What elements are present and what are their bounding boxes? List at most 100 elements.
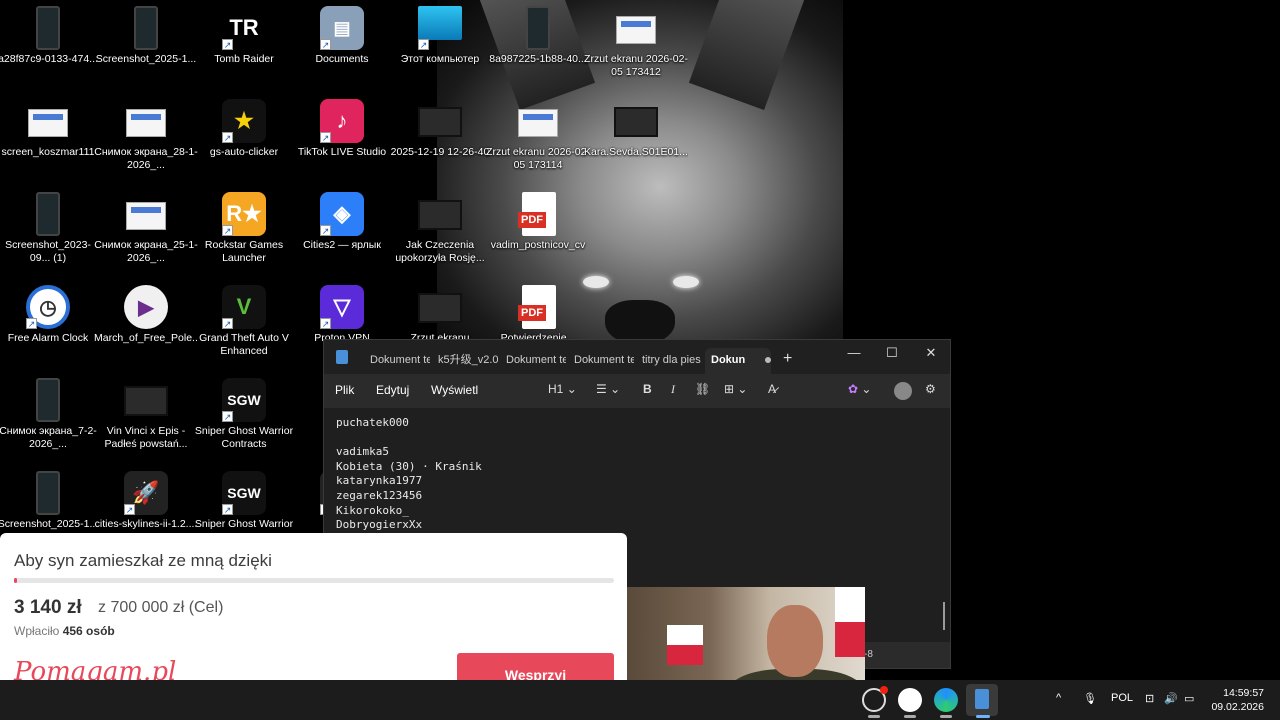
- text-line: DobryogierxXx: [336, 518, 423, 532]
- desktop-icon-label: cities-skylines-ii-1.2....: [94, 518, 198, 530]
- desktop-icon-label: 8a987225-1b88-40...: [489, 53, 587, 65]
- notepad-text-area[interactable]: puchatek000 vadimka5 Kobieta (30) · Kraśni…: [336, 416, 482, 533]
- desktop-icon[interactable]: ▶ March_of_Free_Pole...: [94, 281, 198, 371]
- volume-icon[interactable]: 🔊: [1164, 692, 1178, 705]
- italic-button[interactable]: I: [671, 382, 675, 397]
- menu-file[interactable]: Plik: [335, 383, 354, 397]
- phone-icon: [26, 192, 70, 236]
- phone-icon: [26, 378, 70, 422]
- desktop-icon-label: Снимок экрана_25-1-2026_...: [94, 239, 198, 264]
- minimize-button[interactable]: —: [834, 342, 874, 366]
- desktop-icon[interactable]: PDF vadim_postnicov_cv: [490, 188, 586, 278]
- tab-active[interactable]: Dokun: [705, 348, 771, 374]
- text-line: vadimka5: [336, 445, 389, 459]
- heading-dropdown[interactable]: H1 ⌄: [548, 382, 577, 396]
- copilot-dropdown[interactable]: ✿ ⌄: [848, 382, 871, 396]
- desktop-icon[interactable]: Снимок экрана_25-1-2026_...: [94, 188, 198, 278]
- desktop-icon[interactable]: Снимок экрана_28-1-2026_...: [94, 95, 198, 185]
- desktop-icon-label: Sniper Ghost Warrior: [194, 518, 294, 530]
- chevron-down-icon: ⌄: [610, 382, 621, 396]
- battery-icon[interactable]: ▭: [1184, 692, 1194, 705]
- link-icon[interactable]: ⛓: [695, 382, 710, 396]
- clear-format-icon[interactable]: A̷: [768, 382, 776, 396]
- supporters-prefix: Wpłaciło: [14, 624, 60, 638]
- desktop-icon[interactable]: ◷ ↗ Free Alarm Clock: [0, 281, 96, 371]
- maximize-button[interactable]: ☐: [872, 342, 912, 366]
- app-icon: ♪ ↗: [320, 99, 364, 143]
- avatar[interactable]: [894, 382, 912, 400]
- new-tab-button[interactable]: +: [783, 350, 792, 368]
- tab-dokument-3[interactable]: Dokument te: [568, 348, 634, 374]
- close-button[interactable]: ✕: [911, 342, 951, 366]
- app-circle-icon[interactable]: [862, 686, 888, 712]
- desktop-icon[interactable]: ◈ ↗ Cities2 — ярлык: [294, 188, 390, 278]
- text-line: [336, 431, 482, 446]
- gear-icon[interactable]: ⚙: [925, 382, 936, 396]
- tab-titry[interactable]: titry dla pies: [636, 348, 702, 374]
- desktop-icon-label: Documents: [315, 53, 369, 65]
- language-indicator[interactable]: POL: [1111, 692, 1133, 704]
- desktop-icon[interactable]: Zrzut ekranu 2026-02-05 173114: [486, 95, 590, 185]
- network-icon[interactable]: ⊡: [1145, 692, 1154, 705]
- edge-browser-icon[interactable]: [934, 688, 958, 712]
- tab-dokument-1[interactable]: Dokument te: [364, 348, 430, 374]
- phone-icon: [516, 6, 560, 50]
- desktop-icon[interactable]: Kara.Sevda.S01E01....: [584, 95, 688, 185]
- desktop-icon[interactable]: 8a987225-1b88-40...: [489, 2, 587, 92]
- notepad-titlebar[interactable]: Dokument te k5升级_v2.01 Dokument te Dokum…: [324, 340, 950, 374]
- app-icon: SGW ↗: [222, 378, 266, 422]
- tray-chevron-up-icon[interactable]: ^: [1056, 692, 1061, 704]
- desktop-icon[interactable]: ♪ ↗ TikTok LIVE Studio: [294, 95, 390, 185]
- desktop-icon[interactable]: Screenshot_2025-1...: [96, 2, 196, 92]
- wolf-eye-right: [673, 276, 699, 288]
- running-indicator: [868, 715, 880, 718]
- desktop-icon[interactable]: screen_koszmar111: [0, 95, 96, 185]
- list-icon: ☰: [596, 382, 607, 396]
- desktop-icon-label: 2025-12-19 12-26-40: [390, 146, 490, 158]
- table-dropdown[interactable]: ⊞ ⌄: [724, 382, 747, 396]
- desktop-icon-label: Rockstar Games Launcher: [204, 239, 284, 264]
- doc-icon: [124, 99, 168, 143]
- bold-button[interactable]: B: [643, 382, 652, 396]
- clock-app-icon[interactable]: [898, 688, 922, 712]
- table-icon: ⊞: [724, 382, 735, 396]
- desktop-icon[interactable]: Vin Vinci x Epis - Padłeś powstań...: [98, 374, 194, 464]
- doc-icon: [124, 192, 168, 236]
- desktop-icon[interactable]: ↗ Этот компьютер: [392, 2, 488, 92]
- desktop-icon[interactable]: 2025-12-19 12-26-40: [391, 95, 489, 185]
- shortcut-arrow-icon: ↗: [26, 318, 37, 329]
- video-icon: [614, 99, 658, 143]
- polish-flag-image: [667, 625, 703, 665]
- wolf-nose: [605, 300, 675, 340]
- desktop-icon[interactable]: Screenshot_2023-09... (1): [0, 188, 96, 278]
- video-icon: [124, 378, 168, 422]
- scrollbar-thumb[interactable]: [943, 602, 945, 630]
- desktop-icon-label: Zrzut ekranu 2026-02-05 173412: [584, 53, 688, 78]
- desktop-icon[interactable]: R★ ↗ Rockstar Games Launcher: [196, 188, 292, 278]
- notepad-taskbar-icon[interactable]: [966, 684, 998, 716]
- taskbar-clock[interactable]: 14:59:57 09.02.2026: [1211, 686, 1264, 714]
- desktop-icon[interactable]: Zrzut ekranu 2026-02-05 173412: [584, 2, 688, 92]
- desktop-icon-label: Free Alarm Clock: [7, 332, 89, 344]
- tab-dokument-2[interactable]: Dokument te: [500, 348, 566, 374]
- desktop-icon[interactable]: V ↗ Grand Theft Auto V Enhanced: [196, 281, 292, 371]
- monitor-icon: ↗: [418, 6, 462, 50]
- desktop-icon[interactable]: TR ↗ Tomb Raider: [196, 2, 292, 92]
- play-icon: ▶: [124, 285, 168, 329]
- notepad-icon: [975, 689, 989, 709]
- desktop-icon[interactable]: SGW ↗ Sniper Ghost Warrior Contracts: [195, 374, 293, 464]
- menu-view[interactable]: Wyświetl: [431, 383, 478, 397]
- desktop-icon[interactable]: ▤ ↗ Documents: [294, 2, 390, 92]
- desktop-icon[interactable]: Снимок экрана_7-2-2026_...: [0, 374, 97, 464]
- desktop-icon[interactable]: a28f87c9-0133-474...: [0, 2, 98, 92]
- list-dropdown[interactable]: ☰ ⌄: [596, 382, 620, 396]
- desktop-icon[interactable]: Jak Czeczenia upokorzyła Rosję...: [392, 188, 488, 278]
- microphone-icon[interactable]: 🎙: [1083, 692, 1097, 705]
- desktop-icon-label: Screenshot_2023-09... (1): [5, 239, 91, 264]
- menu-edit[interactable]: Edytuj: [376, 383, 409, 397]
- copilot-icon: ✿: [848, 382, 859, 396]
- clock-icon: ◷ ↗: [26, 285, 70, 329]
- desktop-icon[interactable]: ★ ↗ gs-auto-clicker: [196, 95, 292, 185]
- desktop-icon-label: Tomb Raider: [214, 53, 274, 65]
- tab-k5[interactable]: k5升级_v2.01: [432, 348, 498, 374]
